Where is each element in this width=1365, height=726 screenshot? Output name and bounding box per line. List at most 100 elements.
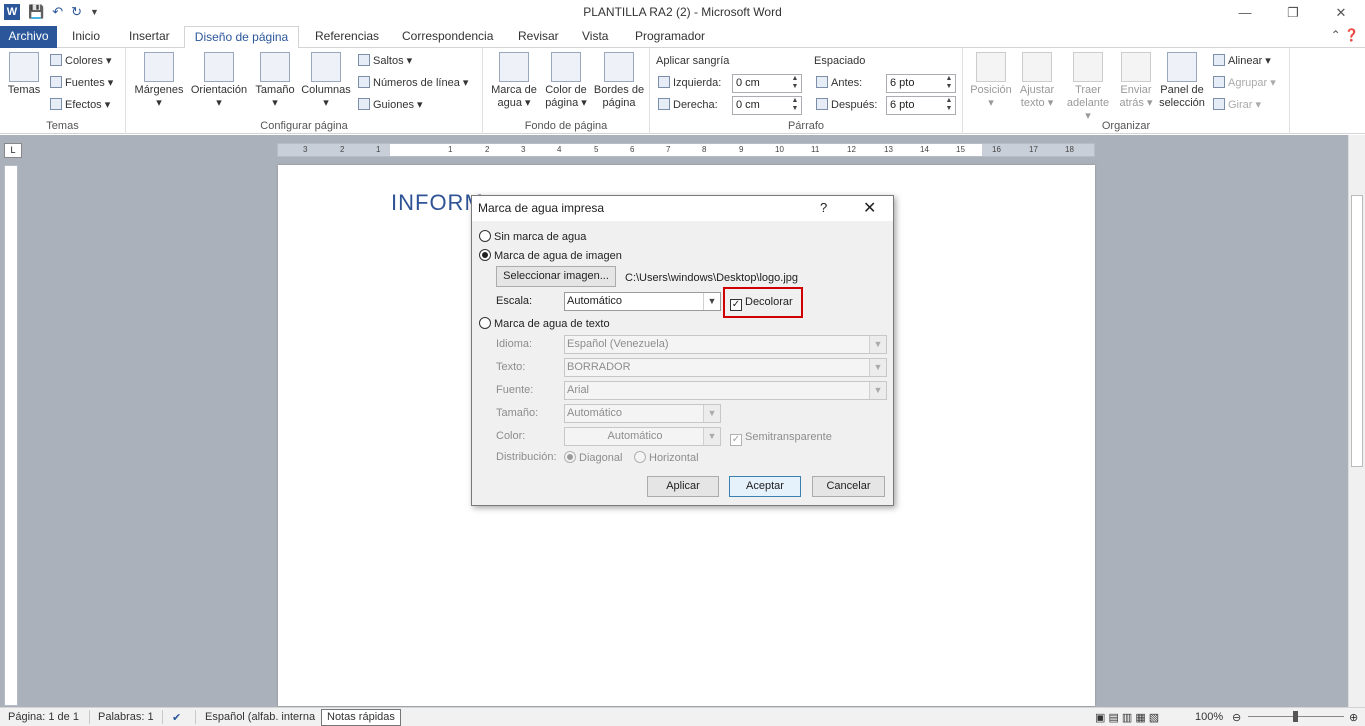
minimize-icon[interactable]: — [1221, 0, 1269, 26]
alinear-button[interactable]: Alinear ▾ [1213, 52, 1271, 70]
language-status[interactable]: Español (alfab. interna [205, 711, 315, 723]
tab-inicio[interactable]: Inicio [66, 26, 106, 48]
ribbon-help-icons[interactable]: ⌃ ❓ [1331, 28, 1359, 42]
tamano-label: Tamaño [255, 84, 295, 96]
seleccionar-imagen-button[interactable]: Seleccionar imagen... [496, 266, 616, 287]
panel-label-2: selección [1159, 97, 1205, 109]
color-pagina-button[interactable]: Color de página ▾ [541, 52, 591, 110]
margenes-button[interactable]: Márgenes ▾ [132, 52, 186, 110]
spinner-arrows-icon[interactable]: ▲ ▼ [943, 97, 955, 114]
spinner-arrows-icon[interactable]: ▲ ▼ [943, 75, 955, 92]
close-icon[interactable]: ✕ [863, 198, 876, 218]
semitransparente-checkbox[interactable]: ✓ Semitransparente [730, 430, 832, 446]
antes-spinner[interactable]: 6 pto ▲ ▼ [886, 74, 956, 93]
zoom-in-icon[interactable]: ⊕ [1349, 711, 1358, 724]
chevron-down-icon[interactable]: ▼ [869, 336, 886, 353]
distribucion-label: Distribución: [496, 451, 557, 463]
color-select[interactable]: Automático ▼ [564, 427, 721, 446]
chevron-down-icon[interactable]: ▼ [703, 428, 720, 445]
vertical-scrollbar[interactable] [1348, 135, 1365, 707]
bordes-pagina-button[interactable]: Bordes de página [591, 52, 647, 110]
themes-icon [9, 52, 39, 82]
panel-seleccion-button[interactable]: Panel de selección [1159, 52, 1205, 110]
tamano-button[interactable]: Tamaño ▾ [252, 52, 298, 110]
sin-marca-label: Sin marca de agua [494, 231, 587, 243]
temas-button[interactable]: Temas [6, 52, 42, 97]
tab-archivo[interactable]: Archivo [0, 26, 57, 48]
tamano-select[interactable]: Automático ▼ [564, 404, 721, 423]
restore-icon[interactable]: ❐ [1269, 0, 1317, 26]
orientacion-button[interactable]: Orientación ▾ [188, 52, 250, 110]
zoom-level[interactable]: 100% [1195, 711, 1223, 723]
horizontal-ruler[interactable]: 3 2 1 1 2 3 4 5 6 7 8 9 10 11 12 13 14 15 16 17 18 [277, 143, 1095, 157]
tab-correspondencia[interactable]: Correspondencia [396, 26, 499, 48]
radio-imagen[interactable]: Marca de agua de imagen [479, 249, 622, 263]
traer-adelante-button[interactable]: Traer adelante ▾ [1063, 52, 1113, 123]
columnas-button[interactable]: Columnas ▾ [300, 52, 352, 110]
tab-programador[interactable]: Programador [629, 26, 711, 48]
saltos-button[interactable]: Saltos ▾ [358, 52, 412, 70]
chevron-down-icon[interactable]: ▼ [703, 405, 720, 422]
posicion-button[interactable]: Posición ▾ [967, 52, 1015, 110]
aceptar-button[interactable]: Aceptar [729, 476, 801, 497]
radio-diagonal[interactable]: Diagonal [564, 451, 622, 465]
ruler-tick-label: 14 [920, 145, 929, 154]
efectos-button[interactable]: Efectos ▾ [50, 96, 110, 114]
marca-agua-button[interactable]: Marca de agua ▾ [487, 52, 541, 110]
zoom-out-icon[interactable]: ⊖ [1232, 711, 1241, 724]
proofing-icon[interactable]: ✔ [172, 711, 181, 724]
group-label-temas: Temas [46, 120, 79, 132]
close-icon[interactable]: ✕ [1317, 0, 1365, 26]
chevron-down-icon[interactable]: ▼ [703, 293, 720, 310]
page-count[interactable]: Página: 1 de 1 [8, 711, 79, 723]
ruler-tick-label: 1 [448, 145, 453, 154]
vertical-ruler[interactable] [4, 165, 18, 706]
ajustar-texto-button[interactable]: Ajustar texto ▾ [1015, 52, 1059, 110]
view-buttons[interactable]: ▣ ▤ ▥ ▦ ▧ [1095, 711, 1159, 724]
traer-label-1: Traer [1075, 84, 1101, 96]
despues-text: Después: [831, 99, 878, 111]
derecha-spinner[interactable]: 0 cm ▲ ▼ [732, 96, 802, 115]
enviar-atras-button[interactable]: Enviar atrás ▾ [1115, 52, 1157, 110]
derecha-value: 0 cm [736, 99, 760, 111]
radio-horizontal[interactable]: Horizontal [634, 451, 699, 465]
breaks-icon [358, 54, 370, 66]
spinner-arrows-icon[interactable]: ▲ ▼ [789, 97, 801, 114]
numeros-linea-button[interactable]: Números de línea ▾ [358, 74, 468, 92]
izquierda-value: 0 cm [736, 77, 760, 89]
radio-circle-diagonal [564, 451, 576, 463]
checkbox-check-icon: ✓ [730, 434, 742, 446]
cancelar-button[interactable]: Cancelar [812, 476, 885, 497]
girar-button[interactable]: Girar ▾ [1213, 96, 1261, 114]
tab-vista[interactable]: Vista [576, 26, 614, 48]
guiones-button[interactable]: Guiones ▾ [358, 96, 423, 114]
chevron-down-icon[interactable]: ▼ [869, 359, 886, 376]
help-icon[interactable]: ? [820, 200, 827, 215]
colores-button[interactable]: Colores ▾ [50, 52, 111, 70]
texto-select[interactable]: BORRADOR ▼ [564, 358, 887, 377]
radio-sin-marca[interactable]: Sin marca de agua [479, 230, 586, 244]
word-count[interactable]: Palabras: 1 [98, 711, 154, 723]
agrupar-button[interactable]: Agrupar ▾ [1213, 74, 1276, 92]
escala-select[interactable]: Automático ▼ [564, 292, 721, 311]
zoom-slider-thumb[interactable] [1293, 711, 1298, 722]
izquierda-spinner[interactable]: 0 cm ▲ ▼ [732, 74, 802, 93]
tab-selector-icon[interactable]: L [4, 143, 22, 158]
chevron-down-icon[interactable]: ▼ [869, 382, 886, 399]
fuente-select[interactable]: Arial ▼ [564, 381, 887, 400]
scrollbar-thumb[interactable] [1351, 195, 1363, 467]
tab-insertar[interactable]: Insertar [123, 26, 176, 48]
spinner-arrows-icon[interactable]: ▲ ▼ [789, 75, 801, 92]
tab-revisar[interactable]: Revisar [512, 26, 565, 48]
fuentes-button[interactable]: Fuentes ▾ [50, 74, 113, 92]
document-heading[interactable]: INFORM [391, 190, 484, 216]
despues-spinner[interactable]: 6 pto ▲ ▼ [886, 96, 956, 115]
marca-agua-label-1: Marca de [491, 84, 537, 96]
columns-icon [311, 52, 341, 82]
idioma-select[interactable]: Español (Venezuela) ▼ [564, 335, 887, 354]
size-icon [260, 52, 290, 82]
aplicar-button[interactable]: Aplicar [647, 476, 719, 497]
tab-referencias[interactable]: Referencias [309, 26, 385, 48]
tab-diseno-pagina[interactable]: Diseño de página [184, 26, 299, 49]
radio-texto[interactable]: Marca de agua de texto [479, 317, 610, 331]
